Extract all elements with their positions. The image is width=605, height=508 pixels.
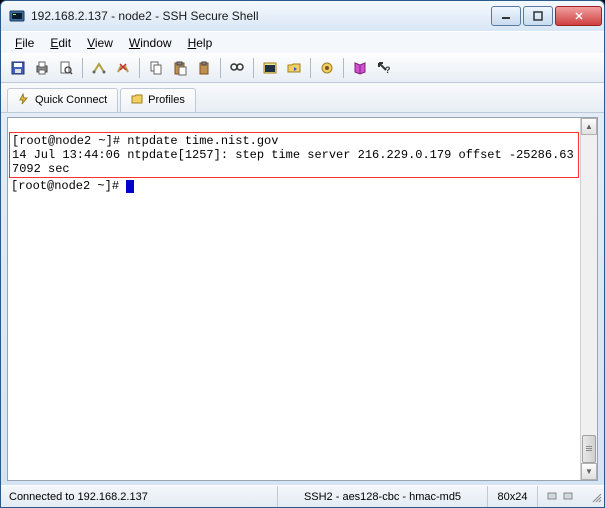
highlighted-output: [root@node2 ~]# ntpdate time.nist.gov 14… <box>9 132 579 178</box>
folder-icon <box>131 93 143 108</box>
minimize-button[interactable] <box>491 6 521 26</box>
quick-connect-label: Quick Connect <box>35 94 107 106</box>
menu-file[interactable]: File <box>7 34 42 52</box>
window-controls <box>489 6 602 26</box>
scroll-down-icon[interactable]: ▼ <box>581 463 597 480</box>
menubar: File Edit View Window Help <box>1 31 604 53</box>
app-icon <box>9 8 25 24</box>
separator <box>253 58 254 78</box>
terminal-line: 14 Jul 13:44:06 ntpdate[1257]: step time… <box>12 148 574 176</box>
scroll-up-icon[interactable]: ▲ <box>581 118 597 135</box>
connect-icon[interactable] <box>88 57 110 79</box>
status-icons <box>538 486 588 507</box>
separator <box>343 58 344 78</box>
menu-view[interactable]: View <box>79 34 121 52</box>
status-dimensions: 80x24 <box>488 486 538 507</box>
separator <box>220 58 221 78</box>
close-button[interactable] <box>555 6 602 26</box>
menu-window[interactable]: Window <box>121 34 180 52</box>
ssh-window: 192.168.2.137 - node2 - SSH Secure Shell… <box>0 0 605 508</box>
toolbar: ? <box>1 53 604 83</box>
save-icon[interactable] <box>7 57 29 79</box>
status-indicator-icon <box>546 489 558 504</box>
settings-icon[interactable] <box>316 57 338 79</box>
profiles-label: Profiles <box>148 94 185 106</box>
separator <box>310 58 311 78</box>
status-indicator-icon <box>562 489 574 504</box>
quick-connect-tab[interactable]: Quick Connect <box>7 88 118 112</box>
copy-icon[interactable] <box>145 57 167 79</box>
paste-icon[interactable] <box>169 57 191 79</box>
preview-icon[interactable] <box>55 57 77 79</box>
terminal-line: [root@node2 ~]# ntpdate time.nist.gov <box>12 134 278 148</box>
scroll-thumb[interactable] <box>582 435 596 463</box>
folder-transfer-icon[interactable] <box>283 57 305 79</box>
maximize-button[interactable] <box>523 6 553 26</box>
clipboard-icon[interactable] <box>193 57 215 79</box>
context-help-icon[interactable]: ? <box>373 57 395 79</box>
scroll-track[interactable] <box>581 135 597 463</box>
lightning-icon <box>18 93 30 108</box>
terminal-container: [root@node2 ~]# ntpdate time.nist.gov 14… <box>7 117 598 481</box>
terminal-new-icon[interactable] <box>259 57 281 79</box>
vertical-scrollbar[interactable]: ▲ ▼ <box>580 118 597 480</box>
prompt: [root@node2 ~]# <box>11 179 126 193</box>
separator <box>82 58 83 78</box>
help-book-icon[interactable] <box>349 57 371 79</box>
status-encryption: SSH2 - aes128-cbc - hmac-md5 <box>278 486 488 507</box>
resize-grip-icon[interactable] <box>588 489 604 505</box>
print-icon[interactable] <box>31 57 53 79</box>
svg-text:?: ? <box>385 65 391 75</box>
cursor <box>126 180 134 193</box>
titlebar: 192.168.2.137 - node2 - SSH Secure Shell <box>1 1 604 31</box>
disconnect-icon[interactable] <box>112 57 134 79</box>
separator <box>139 58 140 78</box>
terminal-output[interactable]: [root@node2 ~]# ntpdate time.nist.gov 14… <box>8 118 580 480</box>
menu-help[interactable]: Help <box>180 34 221 52</box>
status-connection: Connected to 192.168.2.137 <box>1 486 278 507</box>
statusbar: Connected to 192.168.2.137 SSH2 - aes128… <box>1 485 604 507</box>
profiles-tab[interactable]: Profiles <box>120 88 196 112</box>
find-icon[interactable] <box>226 57 248 79</box>
window-title: 192.168.2.137 - node2 - SSH Secure Shell <box>31 9 489 23</box>
tabbar: Quick Connect Profiles <box>1 83 604 113</box>
menu-edit[interactable]: Edit <box>42 34 79 52</box>
